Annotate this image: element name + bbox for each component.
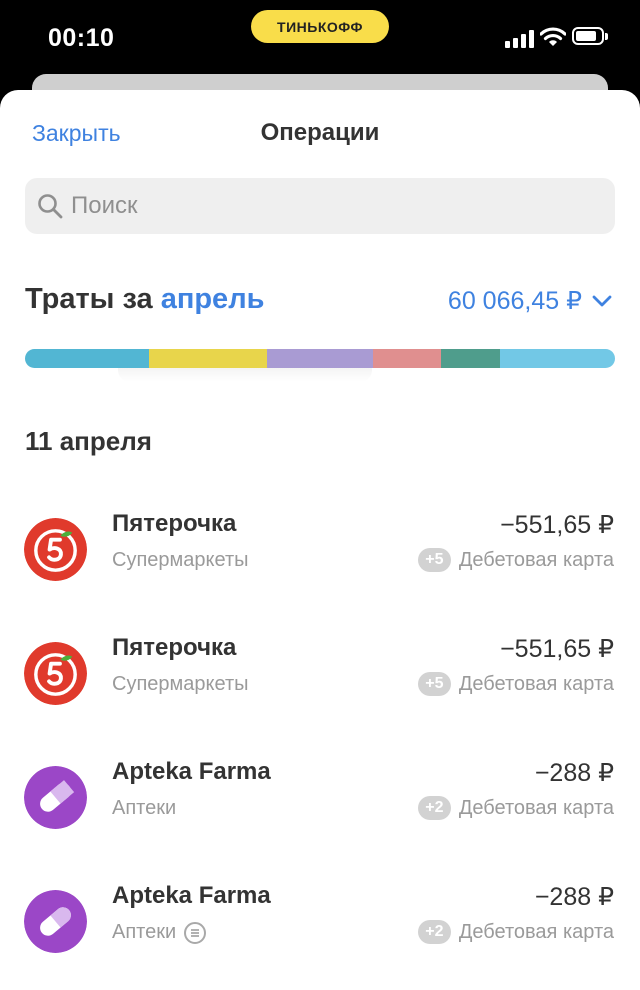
page-title: Операции [260, 119, 380, 146]
cellular-signal-icon [505, 30, 535, 48]
transaction-amount: −551,65 ₽ [500, 635, 614, 663]
transaction-category: Супермаркеты [112, 549, 248, 572]
merchant-name: Apteka Farma [112, 882, 271, 909]
merchant-name: Apteka Farma [112, 758, 271, 785]
spending-segment-4[interactable] [373, 349, 441, 368]
spending-segment-6[interactable] [499, 349, 615, 368]
status-bar: 00:10 ТИНЬКОФФ [0, 0, 640, 80]
month-selector[interactable]: апрель [161, 283, 265, 315]
chevron-down-icon [592, 295, 612, 307]
transaction-row[interactable]: Apteka Farma Аптеки −288 ₽ +2 Дебетовая … [0, 882, 640, 972]
search-bar[interactable] [25, 178, 615, 234]
pill-icon [24, 890, 87, 953]
transaction-row[interactable]: Apteka Farma Аптеки −288 ₽ +2 Дебетовая … [0, 758, 640, 848]
account-label: Дебетовая карта [458, 672, 614, 695]
spending-segment-3[interactable] [266, 349, 374, 368]
spending-label: Траты за апрель [25, 283, 264, 316]
account-label: Дебетовая карта [458, 548, 614, 571]
bar-selection-shadow [118, 368, 372, 382]
receipt-icon [184, 921, 207, 944]
spending-total-toggle[interactable]: 60 066,45 ₽ [448, 286, 612, 316]
category-label: Аптеки [112, 797, 177, 819]
pyaterochka-logo-icon [24, 642, 87, 705]
battery-icon [572, 27, 610, 47]
spending-segment-1[interactable] [25, 349, 149, 368]
pill-icon [24, 766, 87, 829]
account-label: Дебетовая карта [458, 920, 614, 943]
transaction-category: Аптеки [112, 921, 207, 944]
pyaterochka-logo-icon [24, 518, 87, 581]
merchant-name: Пятерочка [112, 510, 237, 537]
merchant-name: Пятерочка [112, 634, 237, 661]
transaction-meta: +2 Дебетовая карта [417, 920, 614, 944]
transaction-category: Аптеки [112, 797, 176, 820]
transaction-meta: +5 Дебетовая карта [417, 672, 614, 696]
cashback-badge: +2 [417, 920, 451, 944]
transaction-amount: −288 ₽ [534, 759, 614, 787]
cashback-badge: +2 [417, 796, 451, 820]
transaction-amount: −288 ₽ [534, 883, 614, 911]
spending-breakdown-bar[interactable] [25, 349, 615, 368]
spending-label-prefix: Траты за [25, 283, 153, 315]
spending-segment-5[interactable] [440, 349, 500, 368]
status-time: 00:10 [48, 24, 115, 52]
brand-badge: ТИНЬКОФФ [251, 10, 389, 43]
account-label: Дебетовая карта [458, 796, 614, 819]
category-label: Супермаркеты [112, 673, 249, 695]
transaction-row[interactable]: Пятерочка Супермаркеты −551,65 ₽ +5 Дебе… [0, 634, 640, 724]
transaction-amount: −551,65 ₽ [500, 511, 614, 539]
date-group-header: 11 апреля [25, 426, 152, 456]
transaction-meta: +5 Дебетовая карта [417, 548, 614, 572]
search-input[interactable] [71, 178, 591, 234]
transaction-row[interactable]: Пятерочка Супермаркеты −551,65 ₽ +5 Дебе… [0, 510, 640, 600]
spending-segment-2[interactable] [148, 349, 267, 368]
transaction-meta: +2 Дебетовая карта [417, 796, 614, 820]
cashback-badge: +5 [417, 548, 451, 572]
category-label: Аптеки [112, 921, 177, 943]
category-label: Супермаркеты [112, 549, 249, 571]
transaction-category: Супермаркеты [112, 673, 248, 696]
search-icon [38, 194, 63, 219]
spending-total: 60 066,45 ₽ [447, 287, 582, 315]
cashback-badge: +5 [417, 672, 451, 696]
wifi-icon [540, 27, 566, 46]
